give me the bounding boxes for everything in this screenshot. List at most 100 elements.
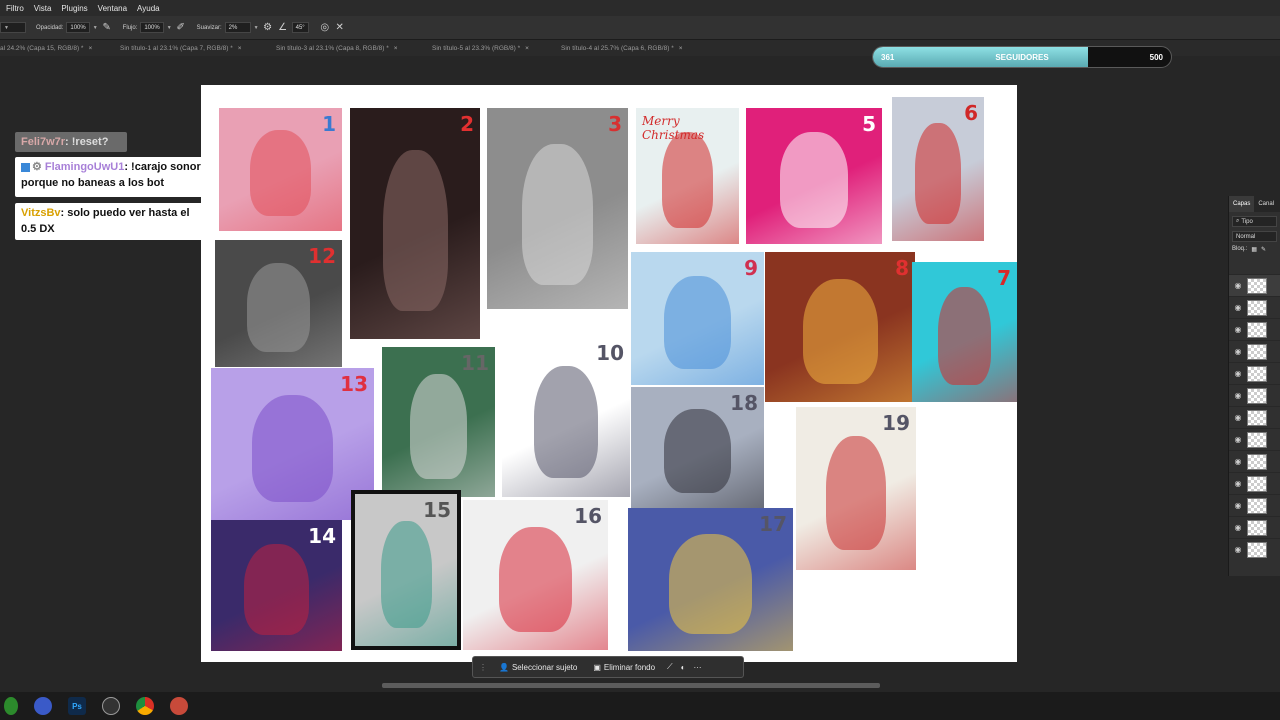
doc-tab[interactable]: Sin título-4 al 25.7% (Capa 6, RGB/8) * × (561, 45, 711, 52)
layer-thumbnail (1247, 387, 1267, 404)
close-icon[interactable]: × (394, 45, 398, 52)
lock-transparency-icon[interactable]: ▦ (1251, 246, 1257, 253)
artwork-number: 9 (744, 256, 758, 280)
chat-username: FlamingoUwU1 (44, 161, 125, 173)
eye-icon[interactable]: ◉ (1229, 545, 1247, 554)
doc-tab[interactable]: Sin título-1 al 23.1% (Capa 7, RGB/8) * × (120, 45, 276, 52)
layer-row[interactable]: ◉ (1229, 516, 1280, 538)
layer-row[interactable]: ◉ (1229, 362, 1280, 384)
menu-plugins[interactable]: Plugins (61, 4, 87, 13)
layer-row[interactable]: ◉ (1229, 296, 1280, 318)
gear-icon[interactable]: ⚙ (262, 22, 274, 34)
eye-icon[interactable]: ◉ (1229, 391, 1247, 400)
close-icon[interactable]: × (525, 45, 529, 52)
eye-icon[interactable]: ◉ (1229, 369, 1247, 378)
close-icon[interactable]: × (679, 45, 683, 52)
tab-channels[interactable]: Canal (1254, 201, 1278, 207)
opacity-value: 100% (70, 24, 86, 31)
layer-row[interactable]: ◉ (1229, 274, 1280, 296)
layer-row[interactable]: ◉ (1229, 384, 1280, 406)
adjustment-icon[interactable]: ◐ (681, 663, 686, 672)
chat-app-icon[interactable] (34, 697, 52, 715)
airbrush-icon[interactable]: ✐ (175, 22, 187, 34)
artwork-number: 14 (308, 524, 336, 548)
chevron-down-icon[interactable]: ▼ (93, 25, 98, 31)
blend-mode-select[interactable]: Normal (1232, 231, 1277, 242)
layer-row[interactable]: ◉ (1229, 406, 1280, 428)
artwork-15: 15 (351, 490, 461, 650)
doc-tab[interactable]: Sin título-3 al 23.1% (Capa 8, RGB/8) * × (276, 45, 432, 52)
doc-tab[interactable]: Sin título-5 al 23.3% (RGB/8) * × (432, 45, 561, 52)
eye-icon[interactable]: ◉ (1229, 347, 1247, 356)
brush-preset-picker[interactable]: ▼ (0, 22, 26, 33)
layer-row[interactable]: ◉ (1229, 450, 1280, 472)
layer-thumbnail (1247, 343, 1267, 360)
obs-icon[interactable] (102, 697, 120, 715)
document-canvas[interactable]: 1 2 3 Merry Christmas 5 6 12 9 8 7 13 11… (201, 85, 1017, 662)
artwork-number: 12 (308, 244, 336, 268)
transform-icon[interactable]: ⟋ (667, 662, 673, 672)
close-icon[interactable]: × (88, 45, 92, 52)
artwork-10: 10 (502, 337, 630, 497)
drag-handle-icon[interactable]: ⋮ (479, 663, 487, 672)
pressure-size-icon[interactable]: ◎ (319, 22, 331, 34)
lock-row: Bloq.: ▦ ✎ (1232, 246, 1277, 253)
flow-field[interactable]: 100% (140, 22, 164, 33)
chat-username: VitzsBv (21, 207, 61, 219)
layer-filter-select[interactable]: ⌕ Tipo (1232, 216, 1277, 227)
eye-icon[interactable]: ◉ (1229, 501, 1247, 510)
menu-ayuda[interactable]: Ayuda (137, 4, 160, 13)
more-options-button[interactable]: ··· (694, 663, 702, 672)
browser-icon[interactable] (170, 697, 188, 715)
pressure-opacity-icon[interactable]: ✎ (101, 22, 113, 34)
eye-icon[interactable]: ◉ (1229, 281, 1247, 290)
doc-tab[interactable]: al 24.2% (Capa 15, RGB/8) * × (0, 45, 120, 52)
notification-badge-icon[interactable] (4, 697, 18, 715)
angle-field[interactable]: 45° (291, 22, 309, 33)
remove-background-button[interactable]: ▣ Eliminar fondo (589, 661, 659, 674)
doc-tab-label: Sin título-5 al 23.3% (RGB/8) * (432, 44, 521, 52)
eye-icon[interactable]: ◉ (1229, 457, 1247, 466)
menu-ventana[interactable]: Ventana (98, 4, 127, 13)
smoothing-field[interactable]: 2% (224, 22, 251, 33)
chevron-down-icon[interactable]: ▼ (254, 25, 259, 31)
blend-mode-value: Normal (1236, 233, 1256, 240)
options-bar: ▼ Opacidad: 100% ▼ ✎ Flujo: 100% ▼ ✐ Sua… (0, 16, 1280, 40)
layer-row[interactable]: ◉ (1229, 538, 1280, 560)
chrome-icon[interactable] (136, 697, 154, 715)
layer-row[interactable]: ◉ (1229, 494, 1280, 516)
artwork-number: 19 (882, 411, 910, 435)
symmetry-icon[interactable]: ✕ (334, 22, 346, 34)
scrollbar-thumb[interactable] (382, 683, 880, 688)
chat-message: Feli7w7r: !reset? (15, 132, 127, 152)
artwork-number: 3 (608, 112, 622, 136)
chevron-down-icon[interactable]: ▼ (167, 25, 172, 31)
menu-vista[interactable]: Vista (34, 4, 52, 13)
chat-message: VitzsBv: solo puedo ver hasta el 0.5 DX (15, 203, 203, 240)
layer-row[interactable]: ◉ (1229, 318, 1280, 340)
eye-icon[interactable]: ◉ (1229, 303, 1247, 312)
layer-thumbnail (1247, 365, 1267, 382)
layer-thumbnail (1247, 431, 1267, 448)
artwork-number: 8 (895, 256, 909, 280)
layer-thumbnail (1247, 475, 1267, 492)
menu-filtro[interactable]: Filtro (6, 4, 24, 13)
chevron-down-icon: ▼ (4, 24, 9, 31)
opacity-field[interactable]: 100% (66, 22, 90, 33)
eye-icon[interactable]: ◉ (1229, 479, 1247, 488)
layer-row[interactable]: ◉ (1229, 428, 1280, 450)
eye-icon[interactable]: ◉ (1229, 413, 1247, 422)
photoshop-icon[interactable]: Ps (68, 697, 86, 715)
artwork-number: 10 (596, 341, 624, 365)
layer-row[interactable]: ◉ (1229, 472, 1280, 494)
horizontal-scrollbar[interactable] (0, 680, 1280, 690)
eye-icon[interactable]: ◉ (1229, 325, 1247, 334)
tab-layers[interactable]: Capas (1229, 196, 1255, 212)
eye-icon[interactable]: ◉ (1229, 523, 1247, 532)
close-icon[interactable]: × (238, 45, 242, 52)
layer-row[interactable]: ◉ (1229, 340, 1280, 362)
doc-tab-label: al 24.2% (Capa 15, RGB/8) * (0, 44, 84, 52)
select-subject-button[interactable]: 👤 Seleccionar sujeto (495, 661, 581, 674)
eye-icon[interactable]: ◉ (1229, 435, 1247, 444)
lock-paint-icon[interactable]: ✎ (1261, 246, 1266, 253)
